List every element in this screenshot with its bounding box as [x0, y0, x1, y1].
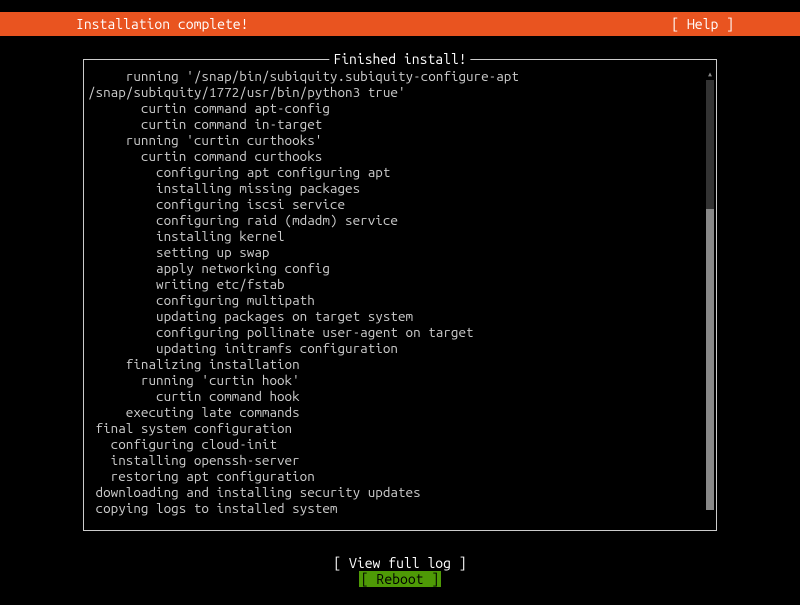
scrollbar-track[interactable] [706, 80, 714, 510]
log-box-title: Finished install! [329, 51, 470, 67]
header-bar: Installation complete! [ Help ] [0, 12, 800, 36]
page-title: Installation complete! [8, 16, 248, 32]
log-scrollbar[interactable]: ▴ [706, 68, 714, 522]
view-full-log-button[interactable]: [ View full log ] [333, 555, 466, 571]
action-buttons: [ View full log ] [ Reboot ] [0, 555, 800, 587]
reboot-button[interactable]: [ Reboot ] [359, 571, 441, 587]
help-button[interactable]: [ Help ] [671, 16, 792, 32]
scrollbar-up-icon[interactable]: ▴ [706, 68, 714, 80]
install-log-box: Finished install! running '/snap/bin/sub… [83, 59, 717, 531]
install-log-content: running '/snap/bin/subiquity.subiquity-c… [84, 60, 716, 524]
scrollbar-thumb[interactable] [706, 209, 714, 510]
